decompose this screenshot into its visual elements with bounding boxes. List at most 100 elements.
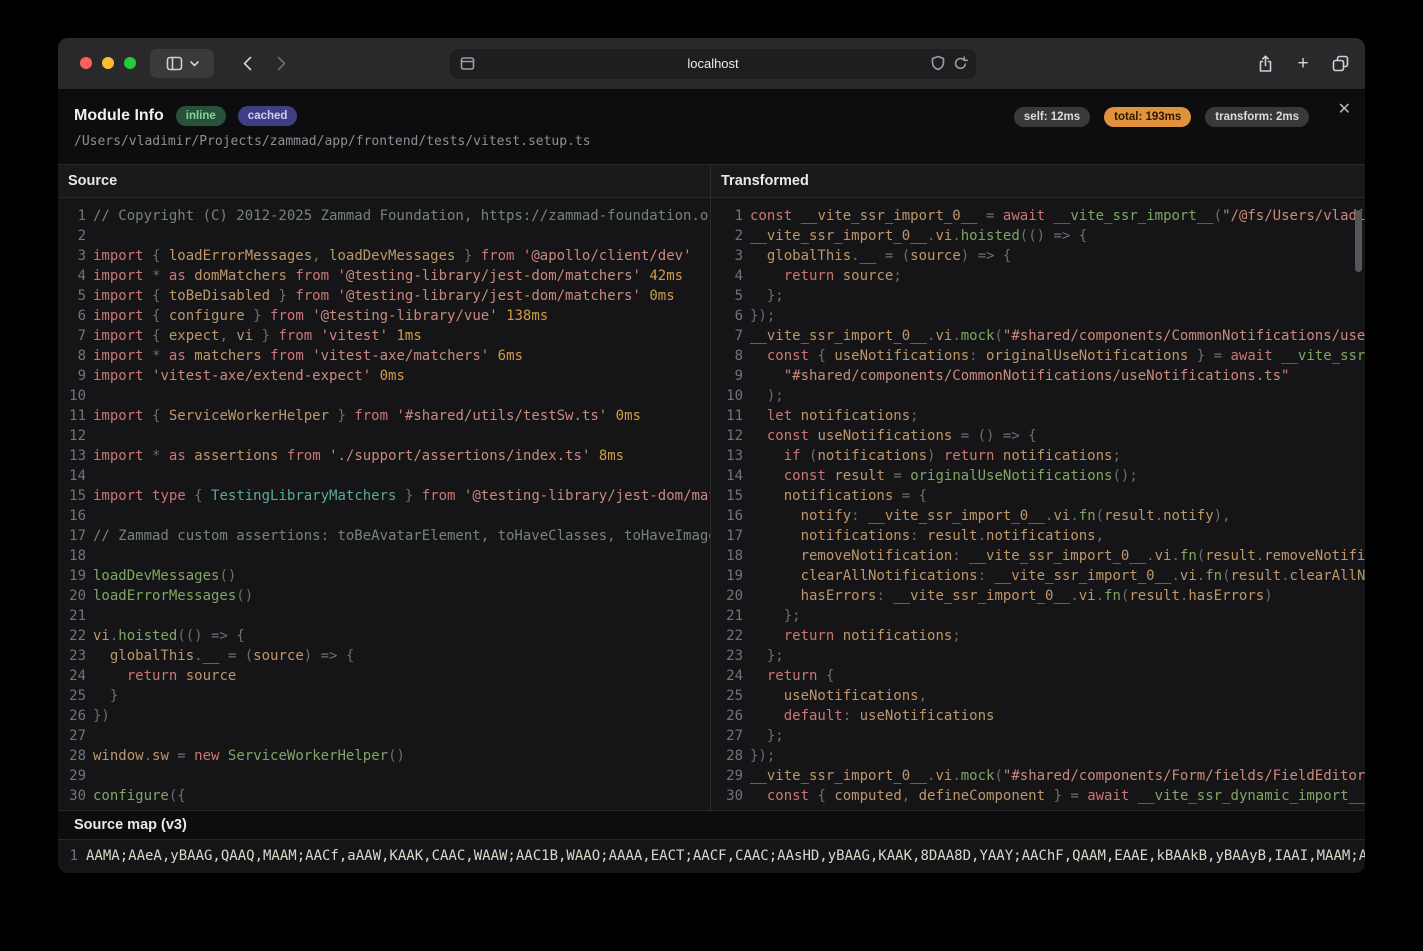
line-number: 17 [58,526,86,546]
code-line: 19 clearAllNotifications: __vite_ssr_imp… [711,566,1365,586]
code-line: 3import { loadErrorMessages, loadDevMess… [58,246,710,266]
transformed-code-area[interactable]: 1const __vite_ssr_import_0__ = await __v… [711,198,1365,810]
line-number: 22 [58,626,86,646]
back-button[interactable] [232,49,262,78]
tab-overview-button[interactable] [1324,49,1356,78]
code-line: 15 notifications = { [711,486,1365,506]
code-line: 13 if (notifications) return notificatio… [711,446,1365,466]
sidebar-toggle-button[interactable] [150,49,214,78]
code-text [86,226,93,246]
line-number: 18 [58,546,86,566]
shield-icon[interactable] [931,55,945,71]
timing-badges: self: 12ms total: 193ms transform: 2ms [1014,107,1309,127]
code-line: 2__vite_ssr_import_0__.vi.hoisted(() => … [711,226,1365,246]
code-text: }; [743,646,784,666]
code-line: 5import { toBeDisabled } from '@testing-… [58,286,710,306]
line-number: 11 [711,406,743,426]
code-text: hasErrors: __vite_ssr_import_0__.vi.fn(r… [743,586,1273,606]
line-number: 17 [711,526,743,546]
line-number: 22 [711,626,743,646]
code-line: 27 [58,726,710,746]
code-line: 7import { expect, vi } from 'vitest' 1ms [58,326,710,346]
inline-badge: inline [176,106,226,126]
code-line: 24 return source [58,666,710,686]
code-line: 27 }; [711,726,1365,746]
line-number: 26 [711,706,743,726]
code-text: return { [743,666,834,686]
code-text: // Copyright (C) 2012-2025 Zammad Founda… [86,206,710,226]
code-line: 9 "#shared/components/CommonNotification… [711,366,1365,386]
code-line: 25 } [58,686,710,706]
code-line: 14 const result = originalUseNotificatio… [711,466,1365,486]
code-line: 19loadDevMessages() [58,566,710,586]
code-line: 20 hasErrors: __vite_ssr_import_0__.vi.f… [711,586,1365,606]
code-text: default: useNotifications [743,706,994,726]
code-line: 15import type { TestingLibraryMatchers }… [58,486,710,506]
code-text: } [86,686,118,706]
line-number: 10 [711,386,743,406]
line-number: 27 [58,726,86,746]
code-line: 3 globalThis.__ = (source) => { [711,246,1365,266]
code-text: "#shared/components/CommonNotifications/… [743,366,1289,386]
browser-toolbar: localhost + [58,38,1365,90]
code-text: return source; [743,266,902,286]
code-text: const { useNotifications: originalUseNot… [743,346,1365,366]
code-line: 4import * as domMatchers from '@testing-… [58,266,710,286]
line-number: 25 [58,686,86,706]
code-text: removeNotification: __vite_ssr_import_0_… [743,546,1365,566]
new-tab-button[interactable]: + [1288,49,1318,78]
line-number: 30 [711,786,743,806]
code-line: 6}); [711,306,1365,326]
close-icon: ✕ [1338,101,1351,118]
chevron-down-icon [190,61,199,67]
code-line: 26 default: useNotifications [711,706,1365,726]
line-number: 27 [711,726,743,746]
line-number: 21 [711,606,743,626]
code-text: notifications = { [743,486,927,506]
code-text: }); [743,306,775,326]
forward-button[interactable] [266,49,296,78]
reload-icon[interactable] [953,56,968,71]
code-text: return source [86,666,236,686]
line-number: 15 [58,486,86,506]
source-code-area[interactable]: 1// Copyright (C) 2012-2025 Zammad Found… [58,198,710,810]
code-text: notify: __vite_ssr_import_0__.vi.fn(resu… [743,506,1231,526]
code-text: globalThis.__ = (source) => { [86,646,354,666]
code-line: 13import * as assertions from './support… [58,446,710,466]
line-number: 6 [58,306,86,326]
code-text: const useNotifications = () => { [743,426,1037,446]
address-bar[interactable]: localhost [450,49,976,79]
code-text [86,386,93,406]
line-number: 25 [711,686,743,706]
line-number: 12 [58,426,86,446]
code-line: 14 [58,466,710,486]
close-button[interactable]: ✕ [1338,102,1351,118]
module-info-header: Module Info inline cached self: 12ms tot… [58,90,1365,165]
code-text: window.sw = new ServiceWorkerHelper() [86,746,405,766]
code-line: 6import { configure } from '@testing-lib… [58,306,710,326]
self-time-badge: self: 12ms [1014,107,1090,127]
transformed-panel-header: Transformed [711,165,1365,198]
code-line: 16 [58,506,710,526]
close-window-button[interactable] [80,57,92,69]
line-number: 9 [711,366,743,386]
code-text: loadDevMessages() [86,566,236,586]
code-text [86,766,93,786]
line-number: 20 [711,586,743,606]
minimize-window-button[interactable] [102,57,114,69]
line-number: 26 [58,706,86,726]
plus-icon: + [1297,53,1308,75]
code-line: 22vi.hoisted(() => { [58,626,710,646]
code-line: 1// Copyright (C) 2012-2025 Zammad Found… [58,206,710,226]
code-line: 28window.sw = new ServiceWorkerHelper() [58,746,710,766]
line-number: 5 [711,286,743,306]
scrollbar-thumb[interactable] [1355,210,1362,272]
line-number: 23 [711,646,743,666]
line-number: 30 [58,786,86,806]
sourcemap-code-area[interactable]: 1AAMA;AAeA,yBAAG,QAAQ,MAAM;AACf,aAAW,KAA… [58,840,1365,873]
fullscreen-window-button[interactable] [124,57,136,69]
share-button[interactable] [1250,49,1280,78]
page-title: Module Info [74,107,164,125]
code-text: __vite_ssr_import_0__.vi.mock("#shared/c… [743,766,1365,786]
line-number: 2 [711,226,743,246]
